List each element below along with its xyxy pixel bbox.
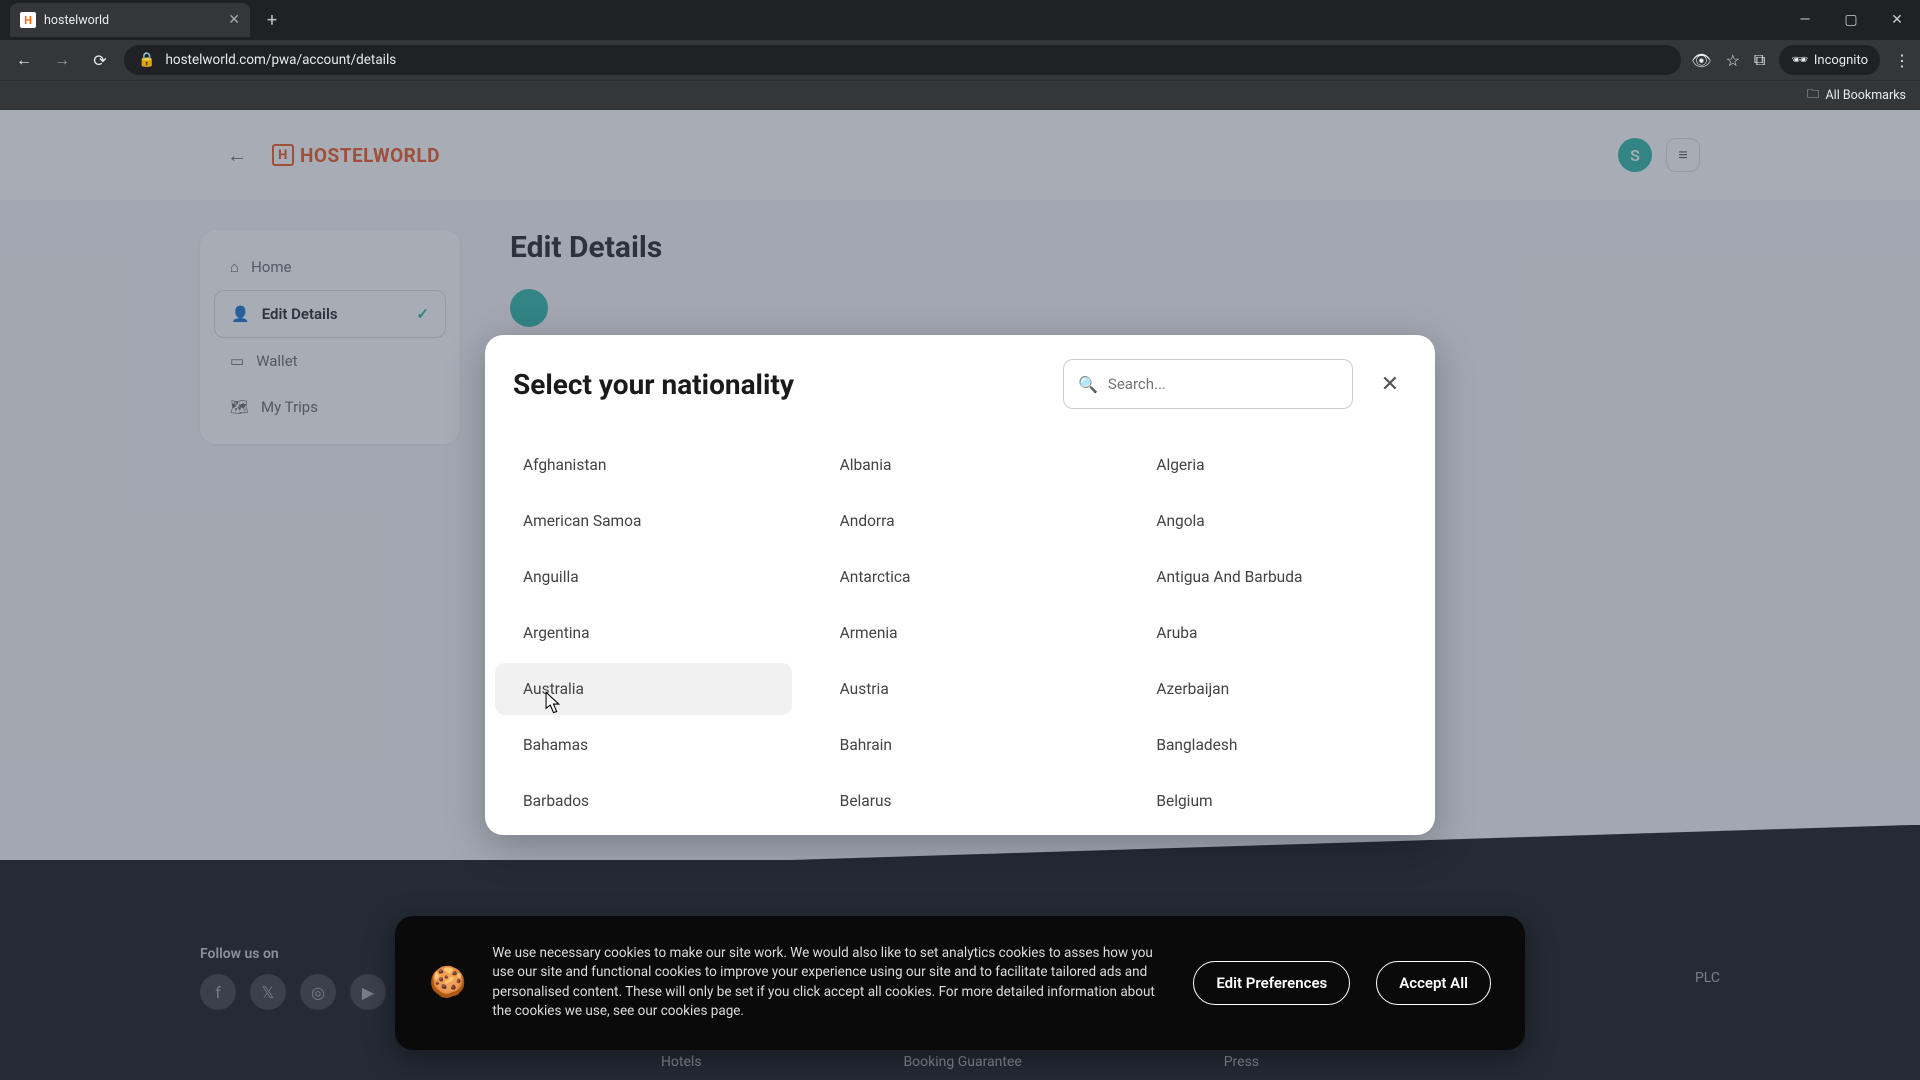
- titlebar: H hostelworld ✕ + — ▢ ✕: [0, 0, 1920, 40]
- nationality-option[interactable]: Bahamas: [495, 719, 792, 771]
- nationality-option[interactable]: Belarus: [812, 775, 1109, 827]
- nationality-option[interactable]: Australia: [495, 663, 792, 715]
- incognito-icon: 🕶: [1791, 53, 1808, 68]
- nationality-option[interactable]: Afghanistan: [495, 439, 792, 491]
- window-maximize[interactable]: ▢: [1828, 0, 1874, 40]
- url-text: hostelworld.com/pwa/account/details: [165, 52, 396, 68]
- accept-all-button[interactable]: Accept All: [1376, 961, 1491, 1005]
- search-icon: 🔍: [1078, 375, 1098, 394]
- window-minimize[interactable]: —: [1782, 0, 1828, 40]
- nav-reload-icon[interactable]: ⟳: [86, 46, 114, 74]
- nationality-option[interactable]: Algeria: [1128, 439, 1425, 491]
- site-lock-icon[interactable]: 🔒: [138, 52, 155, 68]
- nationality-option[interactable]: Aruba: [1128, 607, 1425, 659]
- nationality-option[interactable]: Angola: [1128, 495, 1425, 547]
- nav-back-icon[interactable]: ←: [10, 46, 38, 74]
- bookmark-star-icon[interactable]: ☆: [1726, 51, 1740, 70]
- window-close[interactable]: ✕: [1874, 0, 1920, 40]
- cookie-banner: 🍪 We use necessary cookies to make our s…: [395, 916, 1525, 1050]
- extensions-icon[interactable]: ⧉: [1754, 50, 1765, 70]
- nationality-modal: Select your nationality 🔍 ✕ AfghanistanA…: [485, 335, 1435, 835]
- nav-forward-icon: →: [48, 46, 76, 74]
- nationality-option[interactable]: Azerbaijan: [1128, 663, 1425, 715]
- nationality-option[interactable]: Antigua And Barbuda: [1128, 551, 1425, 603]
- nationality-option[interactable]: American Samoa: [495, 495, 792, 547]
- tab-title: hostelworld: [44, 13, 220, 28]
- tab-close-icon[interactable]: ✕: [228, 12, 240, 28]
- options-scroll[interactable]: AfghanistanAlbaniaAlgeriaAmerican SamoaA…: [485, 427, 1435, 835]
- edit-preferences-button[interactable]: Edit Preferences: [1193, 961, 1350, 1005]
- folder-icon: 🗀: [1807, 85, 1820, 106]
- search-field[interactable]: 🔍: [1063, 359, 1353, 409]
- modal-title: Select your nationality: [513, 368, 794, 401]
- nationality-option[interactable]: Argentina: [495, 607, 792, 659]
- browser-toolbar: ← → ⟳ 🔒 hostelworld.com/pwa/account/deta…: [0, 40, 1920, 80]
- all-bookmarks-link[interactable]: All Bookmarks: [1826, 88, 1907, 103]
- nationality-option[interactable]: Anguilla: [495, 551, 792, 603]
- search-input[interactable]: [1108, 375, 1338, 393]
- close-icon[interactable]: ✕: [1373, 367, 1407, 401]
- cookie-text: We use necessary cookies to make our sit…: [492, 944, 1167, 1022]
- nationality-option[interactable]: Belgium: [1128, 775, 1425, 827]
- nationality-option[interactable]: Armenia: [812, 607, 1109, 659]
- eye-off-icon[interactable]: 👁: [1691, 51, 1711, 70]
- new-tab-button[interactable]: +: [258, 6, 286, 34]
- nationality-option[interactable]: Andorra: [812, 495, 1109, 547]
- nationality-option[interactable]: Barbados: [495, 775, 792, 827]
- incognito-label: Incognito: [1814, 53, 1868, 68]
- cookie-icon: 🍪: [429, 965, 466, 1000]
- nationality-option[interactable]: Bahrain: [812, 719, 1109, 771]
- incognito-badge[interactable]: 🕶 Incognito: [1779, 45, 1880, 75]
- favicon: H: [20, 12, 36, 28]
- nationality-option[interactable]: Austria: [812, 663, 1109, 715]
- page-viewport: ← H HOSTELWORLD S ≡ ⌂ Home 👤 Edit Detail…: [0, 110, 1920, 1080]
- nationality-option[interactable]: Albania: [812, 439, 1109, 491]
- nationality-option[interactable]: Bangladesh: [1128, 719, 1425, 771]
- address-bar[interactable]: 🔒 hostelworld.com/pwa/account/details: [124, 45, 1681, 75]
- browser-tab[interactable]: H hostelworld ✕: [10, 3, 250, 37]
- bookmarks-bar: 🗀 All Bookmarks: [0, 80, 1920, 110]
- nationality-option[interactable]: Antarctica: [812, 551, 1109, 603]
- kebab-menu-icon[interactable]: ⋮: [1894, 51, 1910, 70]
